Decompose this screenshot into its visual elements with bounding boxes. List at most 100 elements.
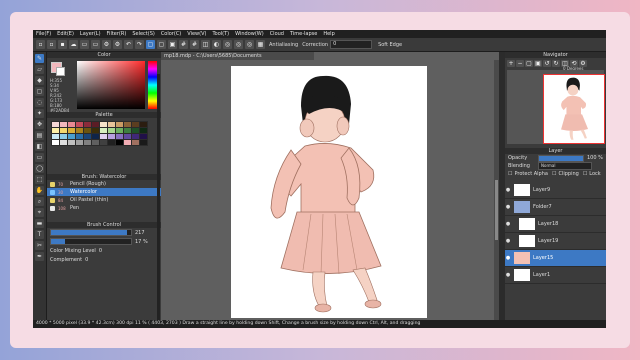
antialiasing-label: Antialiasing (269, 41, 299, 48)
brush-opacity-slider[interactable] (50, 238, 132, 245)
menu-tool[interactable]: Tool(T) (212, 31, 229, 37)
snap-icon[interactable]: ◎ (223, 40, 232, 49)
visibility-icon[interactable]: ● (505, 238, 511, 244)
menu-cloud[interactable]: Cloud (270, 31, 284, 37)
redo-icon[interactable]: ↷ (135, 40, 144, 49)
wand-tool-icon[interactable]: ✦ (35, 109, 44, 118)
select-rect-icon[interactable]: ▢ (146, 40, 155, 49)
document-tab[interactable]: mp18.mdp - C:\Users\5685\Documents (161, 52, 314, 60)
palette-swatch[interactable] (139, 139, 148, 146)
new-file-icon[interactable]: ▫ (47, 40, 56, 49)
snap-icon[interactable]: ◎ (234, 40, 243, 49)
saturation-value-picker[interactable] (77, 61, 145, 109)
settings-icon[interactable]: ⚙ (113, 40, 122, 49)
zoom-tool-icon[interactable]: ⌕ (35, 197, 44, 206)
lock-checkbox[interactable]: ☐ (583, 171, 587, 177)
blending-row: Blending Normal (505, 162, 606, 170)
select-clear-icon[interactable]: ▢ (157, 40, 166, 49)
menu-color[interactable]: Color(C) (161, 31, 181, 37)
background-color-swatch[interactable] (56, 67, 65, 76)
grid-icon[interactable]: # (190, 40, 199, 49)
actual-size-icon[interactable]: ▣ (534, 60, 542, 67)
brush-item[interactable]: 70 Pencil (Rough) (47, 180, 161, 188)
menu-file[interactable]: File(F) (36, 31, 51, 37)
fill-tool-icon[interactable]: ◆ (35, 76, 44, 85)
brush-tool-icon[interactable]: ✎ (35, 54, 44, 63)
cut-tool-icon[interactable]: ✂ (35, 241, 44, 250)
visibility-icon[interactable]: ● (505, 272, 511, 278)
grid-icon[interactable]: # (179, 40, 188, 49)
brush-item[interactable]: 84 Oil Pastel (thin) (47, 196, 161, 204)
menu-help[interactable]: Help (323, 31, 334, 37)
rotate-right-icon[interactable]: ↻ (552, 60, 560, 67)
visibility-icon[interactable]: ● (505, 221, 511, 227)
zoom-in-icon[interactable]: + (507, 60, 515, 67)
canvas-paper[interactable] (231, 66, 427, 318)
brush-item[interactable]: 108 Pen (47, 204, 161, 212)
menu-timelapse[interactable]: Time-lapse (290, 31, 317, 37)
select-invert-icon[interactable]: ▣ (168, 40, 177, 49)
zoom-out-icon[interactable]: − (516, 60, 524, 67)
brush-item[interactable]: 30 Watercolor (47, 188, 161, 196)
layer-row[interactable]: ● Layer9 (505, 182, 606, 199)
undo-icon[interactable]: ↶ (124, 40, 133, 49)
navigator-view[interactable] (507, 70, 605, 144)
protect-alpha-checkbox[interactable]: ☐ (508, 171, 512, 177)
snap-icon[interactable]: ◎ (245, 40, 254, 49)
palette-panel (47, 118, 161, 174)
color-values: H:355 S:34 V:95 R:242 G:173 B:180 #F2ADB4 (50, 78, 70, 113)
layer-row[interactable]: ● Layer1 (505, 267, 606, 284)
open-icon[interactable]: ▭ (80, 40, 89, 49)
brush-size-slider[interactable] (50, 229, 132, 236)
brush-control-panel: 217 17 % Color Mixing Level 0 Complement… (47, 228, 161, 288)
menu-layer[interactable]: Layer(L) (80, 31, 101, 37)
cloud-icon[interactable]: ☁ (69, 40, 78, 49)
menu-select[interactable]: Select(S) (132, 31, 155, 37)
visibility-icon[interactable]: ● (505, 204, 511, 210)
layer-row[interactable]: ● Layer18 (505, 216, 606, 233)
layer-row[interactable]: ● Folder7 (505, 199, 606, 216)
clipping-checkbox[interactable]: ☐ (552, 171, 556, 177)
soft-edge-label[interactable]: Soft Edge (378, 42, 402, 48)
visibility-icon[interactable]: ● (505, 187, 511, 193)
text-tool-icon[interactable]: T (35, 230, 44, 239)
open-icon[interactable]: ▭ (91, 40, 100, 49)
visibility-icon[interactable]: ● (505, 255, 511, 261)
new-file-icon[interactable]: ▫ (36, 40, 45, 49)
canvas-vertical-scrollbar[interactable] (494, 60, 499, 320)
eraser-tool-icon[interactable]: ▱ (35, 65, 44, 74)
status-hint: Draw a straight line by holding down Shi… (182, 321, 421, 326)
correction-select[interactable]: 0 (330, 40, 373, 49)
move-tool-icon[interactable]: ✥ (35, 120, 44, 129)
settings-icon[interactable]: ⚙ (102, 40, 111, 49)
transform-tool-icon[interactable]: ⬚ (35, 175, 44, 184)
bucket-tool-icon[interactable]: ◧ (35, 142, 44, 151)
menu-window[interactable]: Window(W) (235, 31, 264, 37)
antialiasing-checkbox[interactable]: ▦ (256, 40, 265, 49)
save-icon[interactable]: ▪ (58, 40, 67, 49)
hue-slider[interactable] (148, 61, 157, 109)
lasso-tool-icon[interactable]: ◌ (35, 98, 44, 107)
shape-tool-icon[interactable]: ▭ (35, 153, 44, 162)
rotate-icon[interactable]: ◐ (212, 40, 221, 49)
ruler-tool-icon[interactable]: ▬ (35, 219, 44, 228)
fit-icon[interactable]: ▢ (525, 60, 533, 67)
pen-tool-icon[interactable]: ✒ (35, 252, 44, 261)
gradient-tool-icon[interactable]: ▤ (35, 131, 44, 140)
eyedropper-tool-icon[interactable]: ⌖ (35, 208, 44, 217)
layer-opacity-slider[interactable] (538, 154, 584, 162)
hand-tool-icon[interactable]: ✋ (35, 186, 44, 195)
menu-edit[interactable]: Edit(E) (57, 31, 74, 37)
flip-icon[interactable]: ◫ (201, 40, 210, 49)
select-tool-icon[interactable]: ▢ (35, 87, 44, 96)
menu-view[interactable]: View(V) (187, 31, 206, 37)
left-panel-scrollbar[interactable] (157, 74, 160, 328)
layer-row[interactable]: ● Layer15 (505, 250, 606, 267)
rotate-left-icon[interactable]: ↺ (543, 60, 551, 67)
menu-filter[interactable]: Filter(R) (107, 31, 127, 37)
palette-grid[interactable] (51, 121, 151, 146)
layer-row[interactable]: ● Layer19 (505, 233, 606, 250)
shape-tool-icon[interactable]: ◯ (35, 164, 44, 173)
blending-select[interactable]: Normal (538, 162, 592, 170)
app-window: File(F) Edit(E) Layer(L) Filter(R) Selec… (33, 30, 606, 328)
